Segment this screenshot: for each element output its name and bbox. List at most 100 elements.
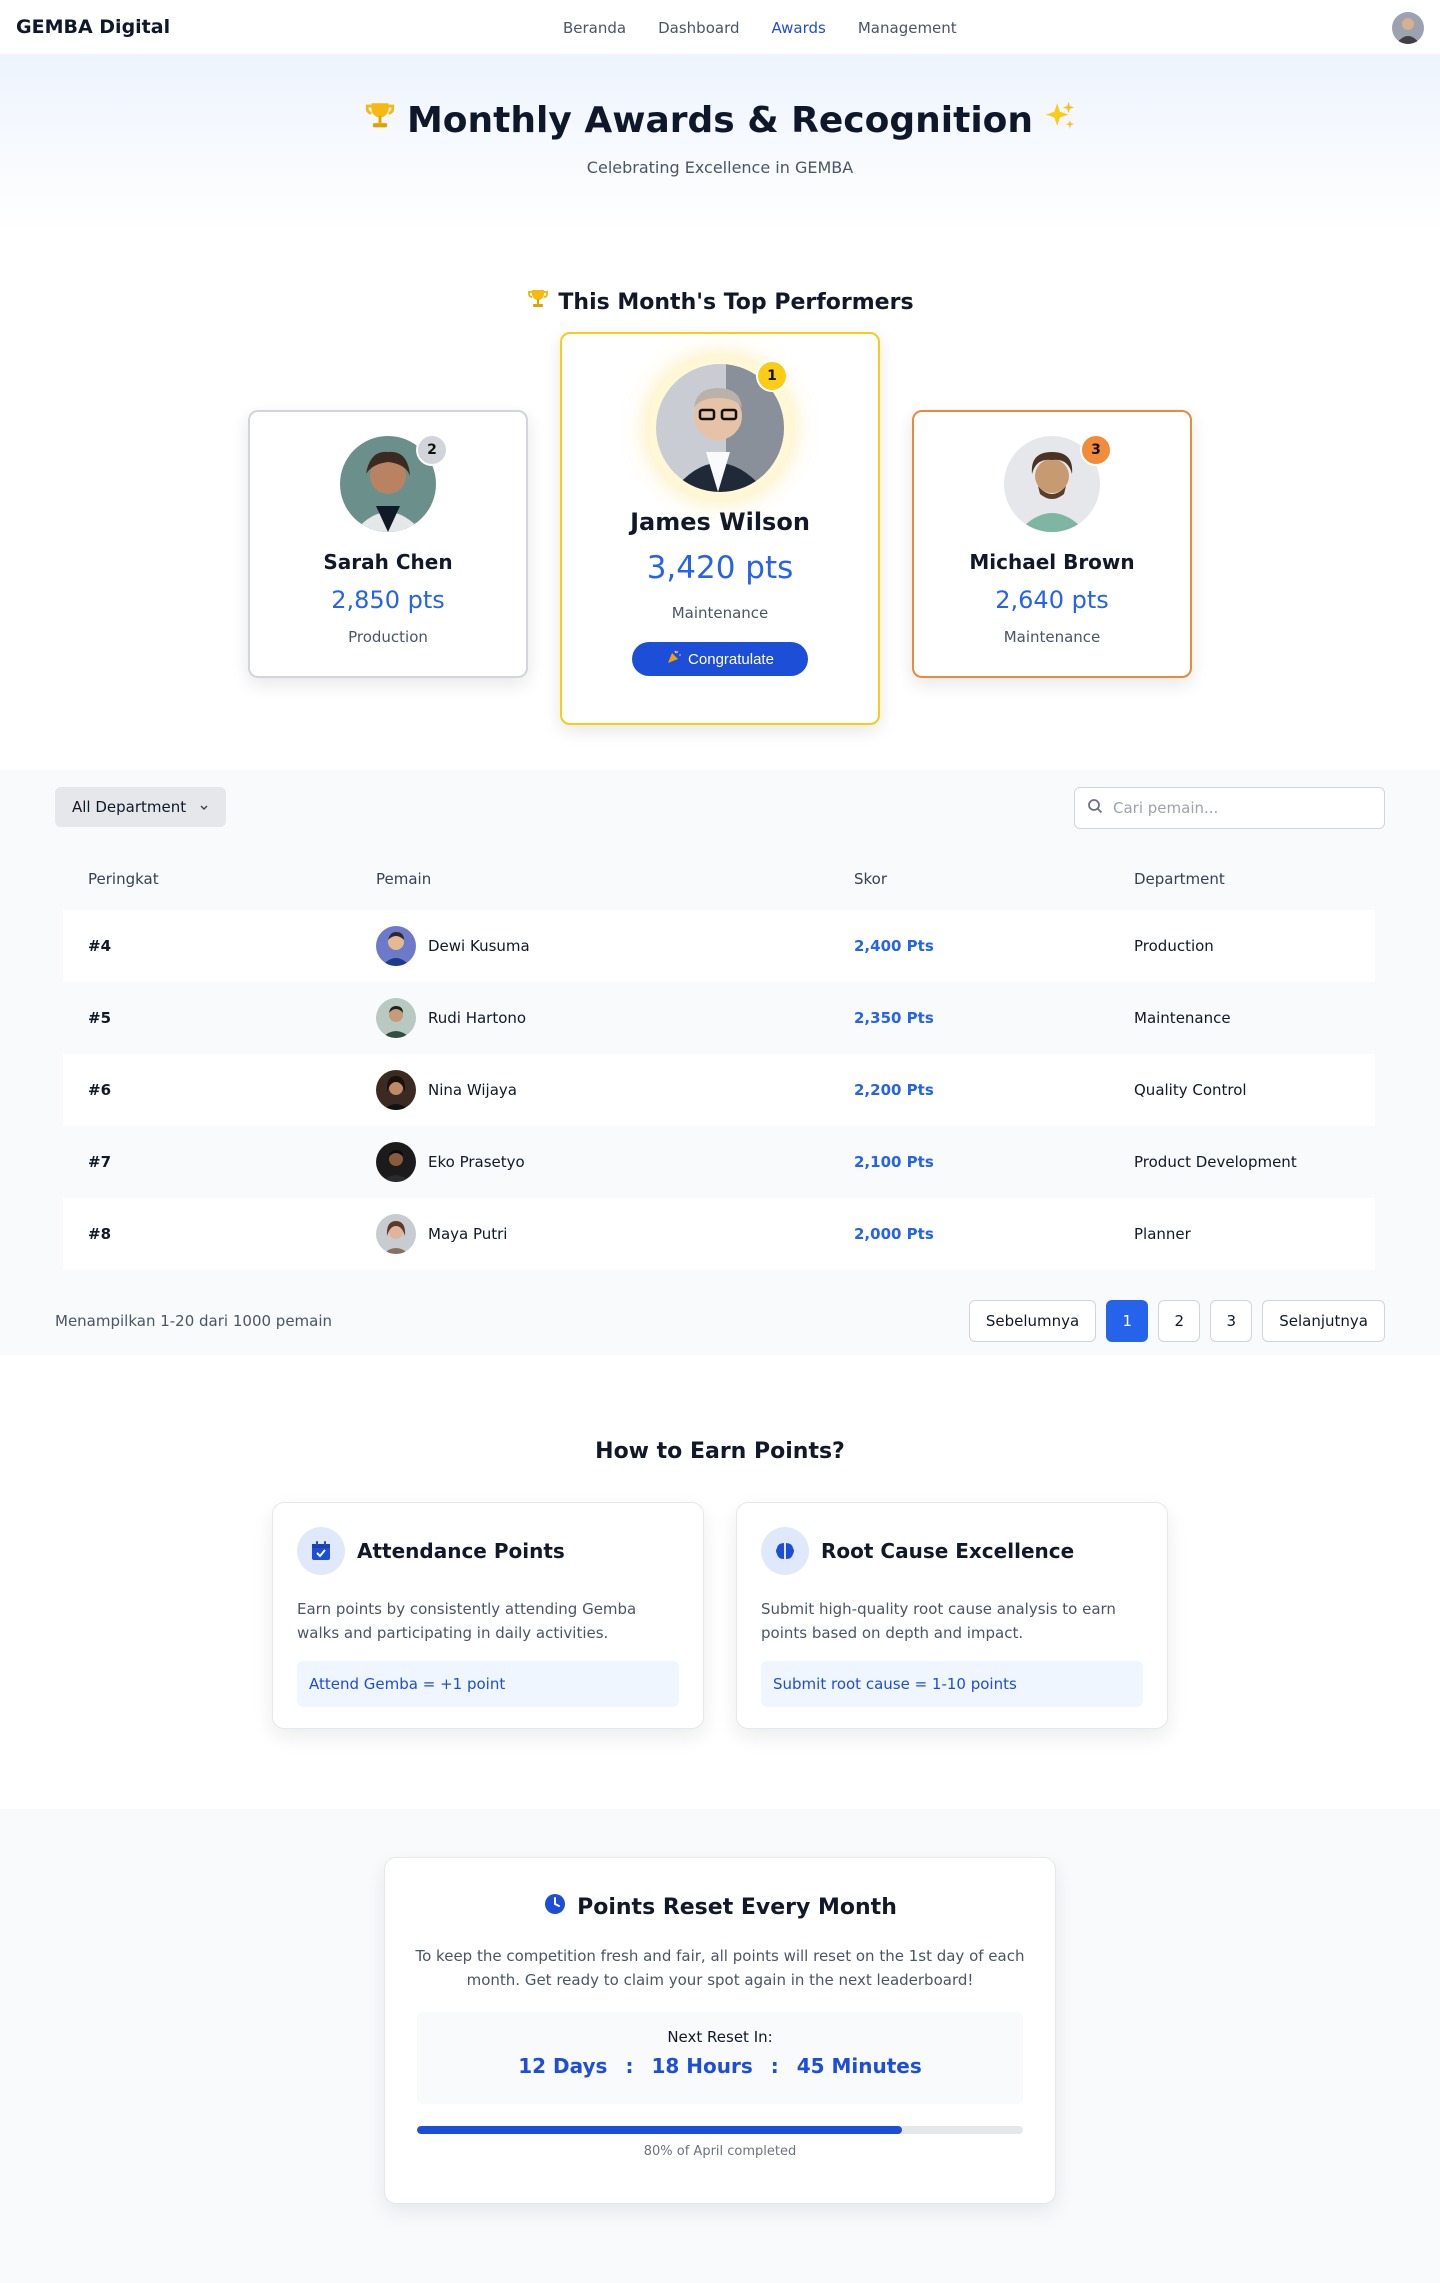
column-header-rank: Peringkat bbox=[88, 870, 159, 888]
search-input[interactable] bbox=[1113, 799, 1363, 817]
points-reset-card: Points Reset Every Month To keep the com… bbox=[384, 1857, 1056, 2204]
page-title: Monthly Awards & Recognition bbox=[0, 99, 1440, 142]
nav-links: Beranda Dashboard Awards Management bbox=[563, 0, 957, 55]
row-score: 2,100 Pts bbox=[854, 1153, 934, 1171]
performer-card-second: 2 Sarah Chen 2,850 pts Production bbox=[248, 410, 528, 678]
performer-name: Sarah Chen bbox=[323, 550, 453, 574]
table-row[interactable]: #7 Eko Prasetyo 2,100 Pts Product Develo… bbox=[63, 1126, 1375, 1198]
page-button-2[interactable]: 2 bbox=[1158, 1300, 1201, 1342]
month-progress-bar bbox=[417, 2126, 1023, 2134]
top-performers-section: This Month's Top Performers 2 Sarah Chen… bbox=[0, 235, 1440, 770]
row-department: Planner bbox=[1134, 1225, 1191, 1243]
performer-points: 2,850 pts bbox=[331, 586, 445, 614]
row-player-name: Dewi Kusuma bbox=[428, 937, 530, 955]
countdown-box: Next Reset In: 12 Days : 18 Hours : 45 M… bbox=[417, 2012, 1023, 2104]
row-department: Quality Control bbox=[1134, 1081, 1247, 1099]
points-rule-chip: Submit root cause = 1-10 points bbox=[761, 1661, 1143, 1707]
clock-icon bbox=[543, 1892, 567, 1922]
search-box bbox=[1074, 787, 1385, 829]
trophy-icon bbox=[363, 99, 397, 142]
performer-avatar-wrap: 3 bbox=[1004, 434, 1112, 532]
row-department: Production bbox=[1134, 937, 1214, 955]
prev-page-button[interactable]: Sebelumnya bbox=[968, 1300, 1097, 1342]
table-row[interactable]: #4 Dewi Kusuma 2,400 Pts Production bbox=[63, 910, 1375, 982]
row-score: 2,200 Pts bbox=[854, 1081, 934, 1099]
department-filter-value: All Department bbox=[72, 798, 187, 816]
earn-points-title: How to Earn Points? bbox=[595, 1439, 845, 1464]
countdown-label: Next Reset In: bbox=[667, 2028, 773, 2046]
row-department: Product Development bbox=[1134, 1153, 1297, 1171]
card-header: Root Cause Excellence bbox=[761, 1527, 1143, 1575]
row-player: Eko Prasetyo bbox=[376, 1126, 525, 1198]
department-filter-select[interactable]: All Department bbox=[55, 787, 226, 827]
row-rank: #8 bbox=[88, 1225, 112, 1243]
performer-card-first: 1 James Wilson 3,420 pts Maintenance Con… bbox=[560, 332, 880, 725]
row-player-name: Rudi Hartono bbox=[428, 1009, 527, 1027]
countdown-separator: : bbox=[770, 2054, 779, 2078]
reset-description: To keep the competition fresh and fair, … bbox=[415, 1947, 1025, 1989]
next-page-button[interactable]: Selanjutnya bbox=[1262, 1300, 1385, 1342]
countdown-minutes: 45 Minutes bbox=[796, 2054, 922, 2078]
reset-title: Points Reset Every Month bbox=[385, 1892, 1055, 1922]
avatar bbox=[376, 1214, 416, 1254]
brand-logo[interactable]: GEMBA Digital bbox=[16, 16, 170, 38]
nav-link-dashboard[interactable]: Dashboard bbox=[658, 19, 739, 37]
pagination-bar: Menampilkan 1-20 dari 1000 pemain Sebelu… bbox=[55, 1300, 1385, 1342]
performer-name: Michael Brown bbox=[969, 550, 1135, 574]
nav-link-beranda[interactable]: Beranda bbox=[563, 19, 626, 37]
row-player: Nina Wijaya bbox=[376, 1054, 517, 1126]
performer-department: Maintenance bbox=[671, 604, 769, 622]
trophy-icon bbox=[526, 287, 550, 317]
column-header-department: Department bbox=[1134, 870, 1225, 888]
page-button-1[interactable]: 1 bbox=[1106, 1300, 1149, 1342]
rank-badge: 1 bbox=[756, 360, 788, 392]
month-progress-label: 80% of April completed bbox=[643, 2144, 797, 2159]
card-header: Attendance Points bbox=[297, 1527, 679, 1575]
points-reset-section: Points Reset Every Month To keep the com… bbox=[0, 1809, 1440, 2283]
congratulate-label: Congratulate bbox=[688, 650, 774, 668]
column-header-score: Skor bbox=[854, 870, 888, 888]
nav-link-awards[interactable]: Awards bbox=[772, 19, 826, 37]
performer-name: James Wilson bbox=[630, 508, 810, 536]
countdown-hours: 18 Hours bbox=[651, 2054, 753, 2078]
party-popper-icon bbox=[666, 649, 682, 669]
row-score: 2,400 Pts bbox=[854, 937, 934, 955]
pagination: Sebelumnya 1 2 3 Selanjutnya bbox=[968, 1300, 1385, 1342]
performer-avatar-wrap: 2 bbox=[340, 434, 448, 532]
avatar bbox=[376, 1142, 416, 1182]
table-row[interactable]: #8 Maya Putri 2,000 Pts Planner bbox=[63, 1198, 1375, 1270]
attendance-points-card: Attendance Points Earn points by consist… bbox=[272, 1502, 704, 1729]
top-nav: GEMBA Digital Beranda Dashboard Awards M… bbox=[0, 0, 1440, 55]
hero-title-text: Monthly Awards & Recognition bbox=[406, 100, 1034, 141]
nav-link-management[interactable]: Management bbox=[858, 19, 957, 37]
rank-badge: 3 bbox=[1080, 434, 1112, 466]
top-performers-title: This Month's Top Performers bbox=[0, 287, 1440, 317]
row-department: Maintenance bbox=[1134, 1009, 1231, 1027]
row-player-name: Eko Prasetyo bbox=[428, 1153, 525, 1171]
avatar bbox=[376, 1070, 416, 1110]
user-avatar[interactable] bbox=[1392, 12, 1424, 44]
calendar-check-icon bbox=[297, 1527, 345, 1575]
chevron-down-icon bbox=[199, 798, 209, 816]
top-performers-title-text: This Month's Top Performers bbox=[558, 289, 914, 315]
table-row[interactable]: #6 Nina Wijaya 2,200 Pts Quality Control bbox=[63, 1054, 1375, 1126]
congratulate-button[interactable]: Congratulate bbox=[632, 642, 808, 676]
table-row[interactable]: #5 Rudi Hartono 2,350 Pts Maintenance bbox=[63, 982, 1375, 1054]
month-progress-fill bbox=[417, 2126, 902, 2134]
performer-points: 2,640 pts bbox=[995, 586, 1109, 614]
rank-badge: 2 bbox=[416, 434, 448, 466]
card-description: Submit high-quality root cause analysis … bbox=[761, 1600, 1116, 1642]
countdown-separator: : bbox=[625, 2054, 634, 2078]
hero-section: Monthly Awards & Recognition Celebrating… bbox=[0, 55, 1440, 235]
performer-card-third: 3 Michael Brown 2,640 pts Maintenance bbox=[912, 410, 1192, 678]
brain-icon bbox=[761, 1527, 809, 1575]
hero-subtitle: Celebrating Excellence in GEMBA bbox=[586, 158, 854, 177]
leaderboard-section: All Department Peringkat Pemain Skor Dep… bbox=[0, 770, 1440, 1355]
page-button-3[interactable]: 3 bbox=[1210, 1300, 1253, 1342]
table-body: #4 Dewi Kusuma 2,400 Pts Production #5 R… bbox=[63, 910, 1375, 1270]
performer-avatar-wrap: 1 bbox=[656, 360, 788, 492]
earn-points-section: How to Earn Points? Attendance Points Ea… bbox=[0, 1355, 1440, 1809]
showing-count: Menampilkan 1-20 dari 1000 pemain bbox=[55, 1312, 333, 1330]
row-score: 2,350 Pts bbox=[854, 1009, 934, 1027]
avatar bbox=[376, 926, 416, 966]
